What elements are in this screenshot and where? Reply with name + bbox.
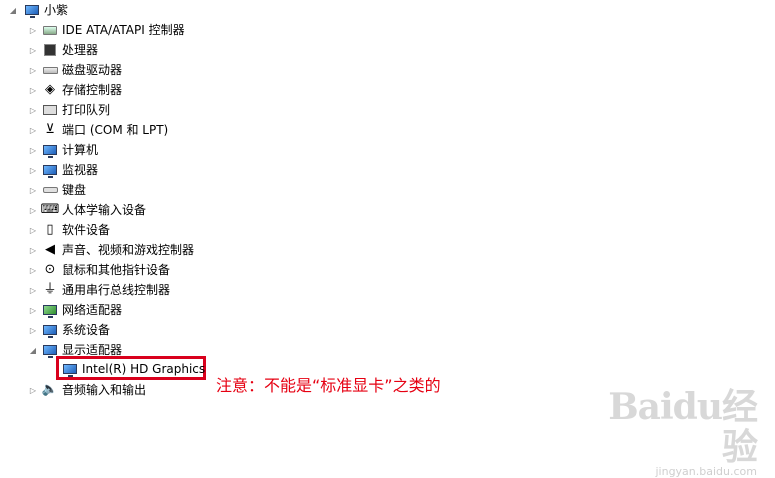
- monitor-icon: [42, 162, 58, 178]
- ide-controller-icon: [42, 22, 58, 38]
- tree-item-label: 处理器: [62, 43, 99, 57]
- watermark-url: jingyan.baidu.com: [655, 465, 757, 478]
- tree-item-label: 监视器: [62, 163, 99, 177]
- computer-icon: [42, 142, 58, 158]
- expand-arrow-icon[interactable]: ▷: [28, 145, 38, 155]
- expand-arrow-icon[interactable]: ▷: [28, 285, 38, 295]
- tree-item-label: 音频输入和输出: [62, 383, 147, 397]
- expand-arrow-icon[interactable]: ▷: [28, 65, 38, 75]
- system-device-icon: [42, 322, 58, 338]
- tree-item-label: IDE ATA/ATAPI 控制器: [62, 23, 185, 37]
- expand-arrow-icon[interactable]: ▷: [28, 325, 38, 335]
- expand-arrow-icon[interactable]: ▷: [28, 125, 38, 135]
- tree-item-label: 软件设备: [62, 223, 111, 237]
- printer-icon: [42, 102, 58, 118]
- port-icon: ⊻: [45, 122, 55, 137]
- expand-arrow-icon[interactable]: ▷: [28, 185, 38, 195]
- expand-arrow-icon[interactable]: ▷: [28, 305, 38, 315]
- network-adapter-icon: [42, 302, 58, 318]
- expand-arrow-icon[interactable]: ▷: [28, 85, 38, 95]
- mouse-icon: ⊙: [44, 262, 56, 277]
- expand-arrow-icon[interactable]: ▷: [28, 225, 38, 235]
- keyboard-icon: [42, 182, 58, 198]
- software-device-icon: ▯: [46, 222, 54, 237]
- hid-icon: ⌨: [40, 202, 60, 217]
- tree-item-label: 键盘: [62, 183, 87, 197]
- tree-item-label: 打印队列: [62, 103, 111, 117]
- tree-item-label: 通用串行总线控制器: [62, 283, 171, 297]
- expand-arrow-icon[interactable]: ▷: [28, 205, 38, 215]
- annotation-note: 注意：不能是“标准显卡”之类的: [216, 376, 441, 395]
- tree-item-label: 存储控制器: [62, 83, 123, 97]
- expand-arrow-icon[interactable]: ▷: [28, 245, 38, 255]
- tree-item-label: 系统设备: [62, 323, 111, 337]
- expand-arrow-icon[interactable]: ▷: [28, 105, 38, 115]
- collapse-arrow-icon[interactable]: ◢: [28, 345, 38, 355]
- expand-arrow-icon[interactable]: ▷: [28, 265, 38, 275]
- tree-item-label: 计算机: [62, 143, 99, 157]
- expand-arrow-icon[interactable]: ▷: [28, 385, 38, 395]
- root-label: 小紫: [44, 3, 69, 17]
- tree-item-label: Intel(R) HD Graphics: [82, 362, 206, 376]
- tree-item-label: 网络适配器: [62, 303, 123, 317]
- storage-controller-icon: ◈: [45, 82, 55, 97]
- tree-item-label: 人体学输入设备: [62, 203, 147, 217]
- processor-icon: [42, 42, 58, 58]
- tree-item-label: 鼠标和其他指针设备: [62, 263, 171, 277]
- expand-arrow-icon[interactable]: ▷: [28, 165, 38, 175]
- tree-item-label: 端口 (COM 和 LPT): [62, 123, 169, 137]
- speaker-icon: 🔈: [41, 382, 59, 397]
- collapse-arrow-icon[interactable]: ◢: [8, 5, 18, 15]
- expand-arrow-icon[interactable]: ▷: [28, 45, 38, 55]
- expand-arrow-icon[interactable]: ▷: [28, 25, 38, 35]
- tree-item-label: 磁盘驱动器: [62, 63, 123, 77]
- tree-item-label: 声音、视频和游戏控制器: [62, 243, 195, 257]
- disk-drive-icon: [42, 62, 58, 78]
- computer-icon: [24, 2, 40, 18]
- watermark: Baidu经验 jingyan.baidu.com: [597, 387, 758, 478]
- sound-icon: ◀: [45, 242, 55, 257]
- usb-icon: ⏚: [43, 282, 57, 297]
- watermark-logo: Baidu经验: [608, 386, 758, 468]
- display-adapter-icon: [62, 361, 78, 377]
